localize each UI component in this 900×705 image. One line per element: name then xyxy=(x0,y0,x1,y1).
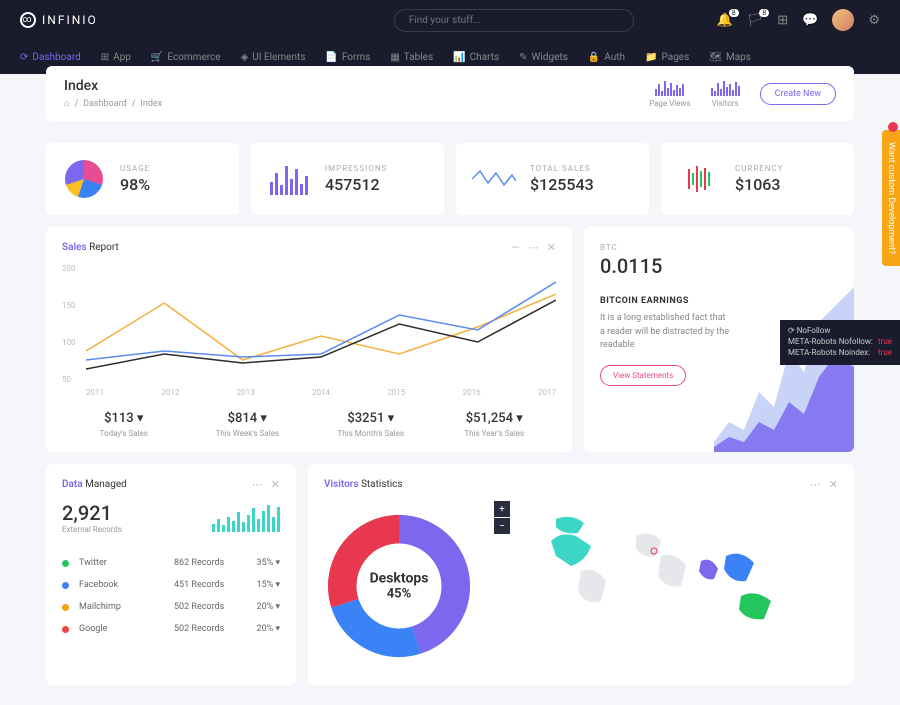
nav-ui-elements[interactable]: ◈UI Elements xyxy=(241,52,306,63)
page-title: Index xyxy=(64,78,162,94)
nav-icon: 🗺 xyxy=(709,52,722,63)
breadcrumb-item: Index xyxy=(140,99,162,109)
pie-icon xyxy=(65,160,103,198)
sales-summary-item: $3251 ▾This Month's Sales xyxy=(309,411,433,438)
line-icon xyxy=(472,157,516,201)
sparkline-pageviews: Page Views xyxy=(649,80,691,108)
sales-chart: 20015010050 xyxy=(86,264,556,384)
breadcrumb-item[interactable]: Dashboard xyxy=(83,99,127,109)
data-managed-card: Data Managed ⋯✕ 2,921 External Records T… xyxy=(46,464,296,685)
grid-icon[interactable]: ⊞ xyxy=(777,13,788,28)
view-statements-button[interactable]: View Statements xyxy=(600,365,686,386)
brand-name: INFINIO xyxy=(42,13,98,27)
create-new-button[interactable]: Create New xyxy=(760,83,836,105)
mini-bars xyxy=(212,504,280,532)
data-row: Google502 Records20% ▾ xyxy=(62,618,280,640)
custom-dev-badge[interactable]: Want custom Development? xyxy=(882,130,900,266)
topbar: ∞ INFINIO 🔔8 🏳8 ⊞ 💬 ⚙ xyxy=(0,0,900,40)
brand-logo[interactable]: ∞ INFINIO xyxy=(20,12,98,28)
nav-ecommerce[interactable]: 🛒Ecommerce xyxy=(151,52,221,63)
nav-icon: ✎ xyxy=(519,52,527,63)
topbar-actions: 🔔8 🏳8 ⊞ 💬 ⚙ xyxy=(717,9,880,31)
zoom-in-button[interactable]: + xyxy=(494,501,510,517)
sales-summary-item: $51,254 ▾This Year's Sales xyxy=(433,411,557,438)
world-map[interactable]: +− xyxy=(494,501,838,671)
sales-report-card: Sales Report —⋯✕ 20015010050 20112012201… xyxy=(46,227,572,452)
nav-forms[interactable]: 📄Forms xyxy=(325,52,370,63)
nav-icon: ⟳ xyxy=(20,52,28,63)
stat-currency: CURRENCY$1063 xyxy=(661,143,854,215)
search-container xyxy=(394,9,634,32)
logo-icon: ∞ xyxy=(20,12,36,28)
stats-row: USAGE98% IMPRESSIONS457512 TOTAL SALES$1… xyxy=(46,143,854,215)
flag-icon[interactable]: 🏳8 xyxy=(747,13,764,28)
nav-charts[interactable]: 📊Charts xyxy=(453,52,499,63)
more-icon[interactable]: ⋯ xyxy=(252,478,263,491)
notification-icon[interactable]: 🔔8 xyxy=(717,13,733,28)
breadcrumb: ⌂ / Dashboard / Index xyxy=(64,98,162,109)
sparkline-visitors: Visitors xyxy=(711,80,740,108)
search-input[interactable] xyxy=(394,9,634,32)
stat-usage: USAGE98% xyxy=(46,143,239,215)
stat-impressions: IMPRESSIONS457512 xyxy=(251,143,444,215)
data-row: Twitter862 Records35% ▾ xyxy=(62,552,280,574)
bar-icon xyxy=(270,163,308,195)
nav-app[interactable]: ⊞App xyxy=(101,52,131,63)
nav-icon: 📁 xyxy=(645,52,657,63)
more-icon[interactable]: ⋯ xyxy=(810,478,821,491)
stat-totalsales: TOTAL SALES$125543 xyxy=(456,143,649,215)
nav-widgets[interactable]: ✎Widgets xyxy=(519,52,568,63)
nav-icon: ⊞ xyxy=(101,52,109,63)
page-header: Index ⌂ / Dashboard / Index Page Views V… xyxy=(46,66,854,121)
nav-dashboard[interactable]: ⟳Dashboard xyxy=(20,52,81,63)
nav-icon: 🛒 xyxy=(151,52,163,63)
chat-icon[interactable]: 💬 xyxy=(802,13,818,28)
avatar[interactable] xyxy=(832,9,854,31)
more-icon[interactable]: ⋯ xyxy=(528,241,539,254)
nav-auth[interactable]: 🔒Auth xyxy=(588,52,625,63)
visitors-card: Visitors Statistics ⋯✕ Desktops45% +− xyxy=(308,464,854,685)
card-title: Sales Report xyxy=(62,242,119,253)
nav-maps[interactable]: 🗺Maps xyxy=(709,52,751,63)
settings-icon[interactable]: ⚙ xyxy=(868,13,880,28)
sales-summary-item: $113 ▾Today's Sales xyxy=(62,411,186,438)
nav-icon: 🔒 xyxy=(588,52,600,63)
close-icon[interactable]: ✕ xyxy=(829,478,838,491)
debug-panel: ⟳ NoFollow META-Robots Nofollow:true MET… xyxy=(780,320,900,365)
close-icon[interactable]: ✕ xyxy=(547,241,556,254)
nav-icon: ▦ xyxy=(390,52,399,63)
zoom-out-button[interactable]: − xyxy=(494,518,510,534)
data-row: Facebook451 Records15% ▾ xyxy=(62,574,280,596)
home-icon[interactable]: ⌂ xyxy=(64,98,69,109)
nav-icon: ◈ xyxy=(241,52,249,63)
nav-icon: 📄 xyxy=(325,52,337,63)
nav-tables[interactable]: ▦Tables xyxy=(390,52,433,63)
nav-icon: 📊 xyxy=(453,52,465,63)
candle-icon xyxy=(688,163,710,195)
donut-chart: Desktops45% xyxy=(324,511,474,661)
close-icon[interactable]: ✕ xyxy=(271,478,280,491)
nav-pages[interactable]: 📁Pages xyxy=(645,52,689,63)
minimize-icon[interactable]: — xyxy=(511,241,520,254)
data-row: Mailchimp502 Records20% ▾ xyxy=(62,596,280,618)
sales-summary-item: $814 ▾This Week's Sales xyxy=(186,411,310,438)
btc-area-chart xyxy=(714,282,854,452)
